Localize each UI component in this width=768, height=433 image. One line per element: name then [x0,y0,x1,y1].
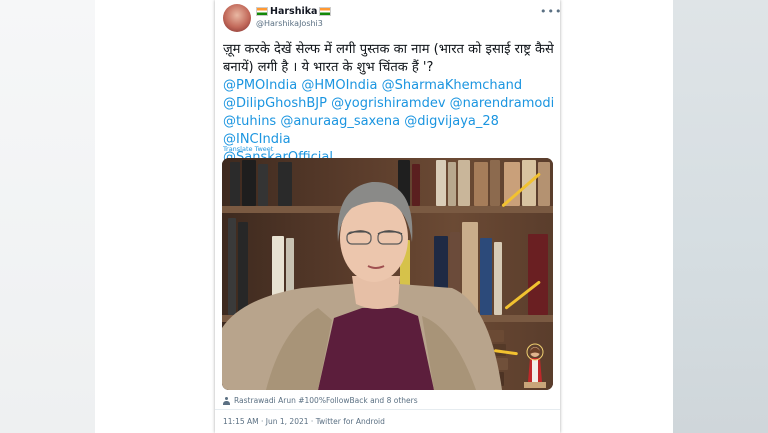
liked-by-text[interactable]: Rastrawadi Arun #100%FollowBack and 8 ot… [234,396,418,405]
display-name-row[interactable]: Harshika [256,6,332,17]
tweet-body-hindi: ज़ूम करके देखें सेल्फ में लगी पुस्तक का … [223,42,554,75]
more-icon[interactable]: ••• [540,5,562,18]
mention-link[interactable]: @SharmaKhemchand [382,78,522,93]
right-background [673,0,768,433]
india-flag-icon [256,7,268,16]
avatar[interactable] [223,4,251,32]
mention-link[interactable]: @yogrishiramdev [331,96,445,111]
person-figure [222,181,502,390]
divider [215,409,560,410]
india-flag-icon [319,7,332,16]
tweet-date[interactable]: Jun 1, 2021 [266,417,309,426]
translate-tweet-link[interactable]: Translate Tweet [223,145,273,153]
separator: · [310,417,314,426]
person-icon [223,396,230,405]
tweet-image[interactable] [222,158,553,390]
tweet-meta: 11:15 AM · Jun 1, 2021 · Twitter for And… [223,417,385,426]
tweet-time[interactable]: 11:15 AM [223,417,259,426]
mention-link[interactable]: @DilipGhoshBJP [223,96,327,111]
mention-link[interactable]: @PMOIndia [223,78,297,93]
mention-link[interactable]: @anuraag_saxena [280,114,400,129]
display-name[interactable]: Harshika [270,6,317,17]
tweet-card: Harshika @HarshikaJoshi3 ••• ज़ूम करके द… [215,0,562,433]
left-background [0,0,95,433]
mention-link[interactable]: @HMOIndia [301,78,377,93]
separator: · [261,417,264,426]
mention-link[interactable]: @digvijaya_28 [404,114,499,129]
mention-link[interactable]: @tuhins [223,114,276,129]
tweet-source[interactable]: Twitter for Android [316,417,385,426]
mention-link[interactable]: @narendramodi [450,96,555,111]
liked-by-row[interactable]: Rastrawadi Arun #100%FollowBack and 8 ot… [223,396,418,405]
user-handle[interactable]: @HarshikaJoshi3 [256,19,323,28]
